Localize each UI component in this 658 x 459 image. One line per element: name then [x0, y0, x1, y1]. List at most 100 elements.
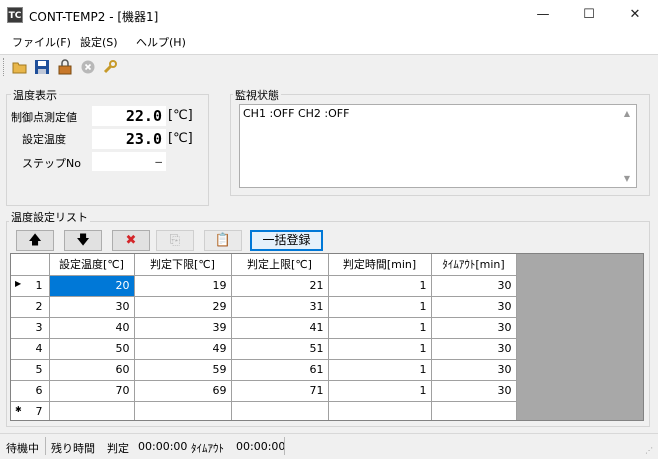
cell-upper[interactable]: 21 [231, 275, 329, 297]
cell-upper[interactable]: 71 [231, 380, 329, 402]
cell-lower[interactable]: 19 [134, 275, 232, 297]
cell-setpoint[interactable]: 50 [49, 338, 135, 360]
cell-timeout[interactable]: 30 [431, 296, 517, 318]
grid-table: 設定温度[℃] 判定下限[℃] 判定上限[℃] 判定時間[min] ﾀｲﾑｱｳﾄ… [11, 254, 517, 420]
cell-timeout[interactable]: 30 [431, 380, 517, 402]
status-state: 待機中 [6, 442, 39, 455]
close-button[interactable]: ✕ [612, 0, 658, 30]
cell-timeout[interactable]: 30 [431, 359, 517, 381]
cell-setpoint[interactable] [49, 401, 135, 420]
status-timeout-time: 00:00:00 [236, 440, 286, 453]
cell-judge-time[interactable]: 1 [328, 338, 432, 360]
lock-icon[interactable] [57, 59, 73, 75]
delete-row-button[interactable]: ✖ [112, 230, 150, 251]
open-folder-icon[interactable] [12, 59, 28, 75]
col-header-setpoint[interactable]: 設定温度[℃] [49, 254, 135, 276]
row-header[interactable]: 6 [11, 380, 50, 402]
cell-setpoint[interactable]: 60 [49, 359, 135, 381]
table-row[interactable]: 5 60 59 61 1 30 [11, 359, 517, 381]
save-icon[interactable] [34, 59, 50, 75]
arrow-down-icon: 🡇 [76, 233, 90, 248]
col-header-timeout[interactable]: ﾀｲﾑｱｳﾄ[min] [431, 254, 517, 276]
wrench-icon[interactable] [102, 59, 118, 75]
paste-button[interactable]: 📋 [204, 230, 242, 251]
cell-judge-time[interactable] [328, 401, 432, 420]
step-label: ステップNo [22, 157, 81, 170]
row-header[interactable]: 5 [11, 359, 50, 381]
cell-upper[interactable] [231, 401, 329, 420]
cell-lower[interactable]: 59 [134, 359, 232, 381]
status-judge-time: 00:00:00 [138, 440, 188, 453]
table-row-new[interactable]: ✱ 7 [11, 401, 517, 420]
cell-lower[interactable]: 29 [134, 296, 232, 318]
cell-timeout[interactable]: 30 [431, 317, 517, 339]
copy-icon: ⎘ [169, 233, 181, 248]
row-number: 7 [35, 405, 43, 418]
scroll-down-icon[interactable]: ▼ [620, 172, 634, 186]
cell-upper[interactable]: 51 [231, 338, 329, 360]
cell-setpoint[interactable]: 20 [49, 275, 135, 297]
setpoint-label: 設定温度 [22, 133, 66, 146]
cell-upper[interactable]: 41 [231, 317, 329, 339]
monitor-title: 監視状態 [233, 87, 281, 103]
paste-icon: 📋 [214, 233, 232, 248]
cell-judge-time[interactable]: 1 [328, 275, 432, 297]
cell-setpoint[interactable]: 70 [49, 380, 135, 402]
stop-icon[interactable] [80, 59, 96, 75]
maximize-button[interactable]: ☐ [566, 0, 612, 30]
table-row[interactable]: 6 70 69 71 1 30 [11, 380, 517, 402]
status-bar [0, 433, 658, 459]
row-header[interactable]: ▶ 1 [11, 275, 50, 297]
temp-display-title: 温度表示 [11, 87, 59, 103]
cell-judge-time[interactable]: 1 [328, 359, 432, 381]
table-row[interactable]: ▶ 1 20 19 21 1 30 [11, 275, 517, 297]
bulk-register-button[interactable]: 一括登録 [250, 230, 323, 251]
cell-lower[interactable]: 69 [134, 380, 232, 402]
status-remaining-label: 残り時間 [51, 442, 95, 455]
row-header[interactable]: 4 [11, 338, 50, 360]
setpoint-value: 23.0 [92, 129, 166, 149]
col-header-upper[interactable]: 判定上限[℃] [231, 254, 329, 276]
menu-help[interactable]: ヘルプ(H) [136, 34, 186, 50]
setpoint-unit: [℃] [168, 131, 193, 146]
col-header-judge-time[interactable]: 判定時間[min] [328, 254, 432, 276]
table-row[interactable]: 4 50 49 51 1 30 [11, 338, 517, 360]
cell-lower[interactable]: 39 [134, 317, 232, 339]
cell-setpoint[interactable]: 30 [49, 296, 135, 318]
table-row[interactable]: 3 40 39 41 1 30 [11, 317, 517, 339]
menu-settings[interactable]: 設定(S) [80, 34, 118, 50]
cell-judge-time[interactable]: 1 [328, 296, 432, 318]
table-row[interactable]: 2 30 29 31 1 30 [11, 296, 517, 318]
cell-lower[interactable]: 49 [134, 338, 232, 360]
cell-upper[interactable]: 31 [231, 296, 329, 318]
cell-setpoint[interactable]: 40 [49, 317, 135, 339]
toolbar-grip[interactable] [3, 58, 6, 76]
minimize-button[interactable]: — [520, 0, 566, 30]
new-row-icon: ✱ [15, 405, 22, 414]
copy-button[interactable]: ⎘ [156, 230, 194, 251]
resize-grip-icon[interactable]: ⋰ [645, 446, 655, 456]
cell-timeout[interactable]: 30 [431, 338, 517, 360]
status-timeout-label: ﾀｲﾑｱｳﾄ [191, 442, 224, 455]
row-number: 1 [35, 279, 43, 292]
grid-header-row: 設定温度[℃] 判定下限[℃] 判定上限[℃] 判定時間[min] ﾀｲﾑｱｳﾄ… [11, 254, 517, 276]
current-row-icon: ▶ [15, 279, 22, 288]
row-header[interactable]: 2 [11, 296, 50, 318]
cell-timeout[interactable]: 30 [431, 275, 517, 297]
col-header-lower[interactable]: 判定下限[℃] [134, 254, 232, 276]
status-separator [284, 437, 285, 455]
cell-judge-time[interactable]: 1 [328, 380, 432, 402]
menu-file[interactable]: ファイル(F) [12, 34, 71, 50]
row-header[interactable]: ✱ 7 [11, 401, 50, 420]
scroll-up-icon[interactable]: ▲ [620, 107, 634, 121]
cell-upper[interactable]: 61 [231, 359, 329, 381]
temp-setting-grid[interactable]: 設定温度[℃] 判定下限[℃] 判定上限[℃] 判定時間[min] ﾀｲﾑｱｳﾄ… [10, 253, 644, 421]
arrow-up-icon: 🡅 [28, 233, 42, 248]
row-header[interactable]: 3 [11, 317, 50, 339]
window-title: CONT-TEMP2 - [機器1] [29, 10, 159, 24]
move-down-button[interactable]: 🡇 [64, 230, 102, 251]
move-up-button[interactable]: 🡅 [16, 230, 54, 251]
cell-timeout[interactable] [431, 401, 517, 420]
cell-lower[interactable] [134, 401, 232, 420]
cell-judge-time[interactable]: 1 [328, 317, 432, 339]
